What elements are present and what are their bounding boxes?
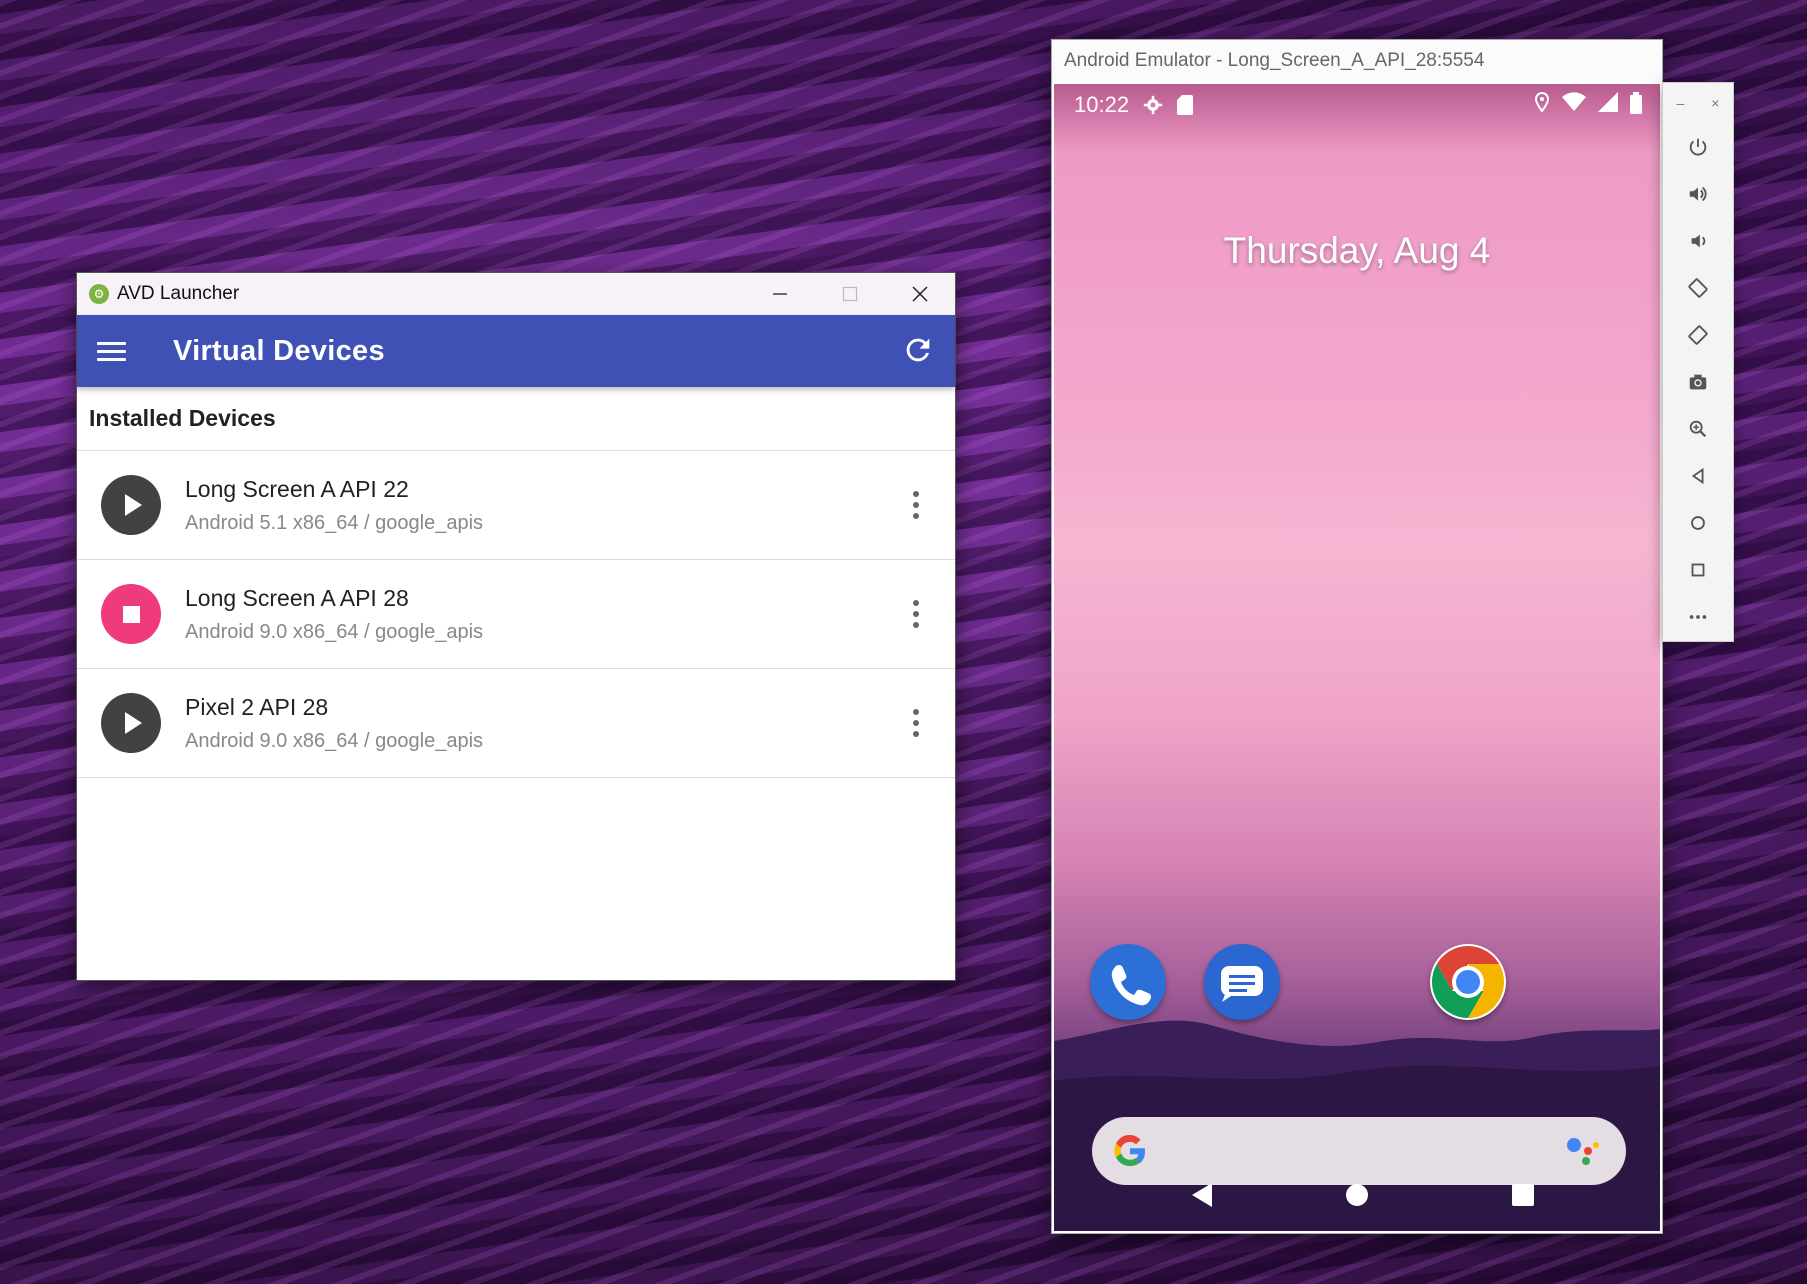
page-title: Virtual Devices: [173, 334, 385, 367]
messages-icon[interactable]: [1204, 944, 1280, 1020]
more-options-icon[interactable]: [913, 600, 921, 628]
home-button[interactable]: [1663, 499, 1733, 546]
device-row[interactable]: Pixel 2 API 28 Android 9.0 x86_64 / goog…: [77, 669, 955, 778]
section-title: Installed Devices: [77, 387, 955, 451]
nav-bar: [1192, 1183, 1534, 1207]
status-time: 10:22: [1074, 92, 1130, 117]
stop-icon: [122, 605, 140, 623]
signal-icon: [1598, 92, 1618, 112]
sd-card-icon: [1177, 95, 1194, 115]
phone-icon[interactable]: [1090, 944, 1166, 1020]
volume-down-icon: [1691, 234, 1706, 247]
settings-icon: [1143, 95, 1163, 115]
battery-icon: [1630, 92, 1642, 114]
back-icon[interactable]: [1192, 1183, 1212, 1207]
volume-up-icon: [1689, 186, 1707, 201]
toolbar-close-icon[interactable]: ×: [1711, 95, 1719, 111]
chrome-icon[interactable]: [1430, 944, 1506, 1020]
rotate-left-icon: [1688, 277, 1708, 298]
title-bar: ⚙ AVD Launcher: [77, 273, 955, 315]
device-name: Long Screen A API 22: [185, 475, 409, 502]
status-bar: 10:22: [1054, 84, 1660, 126]
back-icon: [1691, 467, 1704, 484]
more-options-icon[interactable]: [913, 491, 921, 519]
home-icon[interactable]: [1346, 1184, 1368, 1206]
zoom-button[interactable]: [1663, 405, 1733, 452]
app-logo-icon: ⚙: [89, 284, 109, 304]
overview-button[interactable]: [1663, 546, 1733, 593]
power-button[interactable]: [1663, 123, 1733, 170]
overview-icon: [1691, 563, 1705, 576]
device-row[interactable]: Long Screen A API 28 Android 9.0 x86_64 …: [77, 560, 955, 669]
maximize-button[interactable]: [815, 273, 885, 315]
power-icon: [1689, 138, 1707, 155]
more-options-icon[interactable]: [913, 709, 921, 737]
overview-icon[interactable]: [1512, 1184, 1534, 1206]
location-icon: [1534, 92, 1550, 113]
zoom-icon: [1689, 420, 1707, 437]
more-button[interactable]: [1663, 593, 1733, 640]
screenshot-button[interactable]: [1663, 358, 1733, 405]
device-detail: Android 9.0 x86_64 / google_apis: [185, 620, 484, 643]
menu-icon[interactable]: [97, 341, 133, 361]
stop-button[interactable]: [101, 584, 161, 644]
emulator-title: Android Emulator - Long_Screen_A_API_28:…: [1052, 40, 1662, 82]
device-name: Long Screen A API 28: [185, 584, 409, 611]
avd-launcher-window: ⚙ AVD Launcher Virtual Devices Installed…: [76, 272, 956, 981]
refresh-icon[interactable]: [901, 333, 935, 367]
play-icon: [125, 712, 142, 734]
rotate-right-icon: [1688, 324, 1708, 345]
window-controls: [745, 273, 955, 315]
minimize-icon: [773, 293, 787, 295]
close-icon: [912, 286, 928, 302]
device-detail: Android 9.0 x86_64 / google_apis: [185, 729, 484, 752]
rotate-left-button[interactable]: [1663, 264, 1733, 311]
play-button[interactable]: [101, 693, 161, 753]
toolbar-minimize-icon[interactable]: –: [1677, 95, 1685, 111]
volume-down-button[interactable]: [1663, 217, 1733, 264]
emulator-window: Android Emulator - Long_Screen_A_API_28:…: [1051, 39, 1663, 1234]
device-detail: Android 5.1 x86_64 / google_apis: [185, 511, 484, 534]
rotate-right-button[interactable]: [1663, 311, 1733, 358]
camera-icon: [1689, 374, 1707, 389]
more-icon: [1689, 614, 1707, 619]
home-icon: [1691, 515, 1705, 530]
play-icon: [125, 494, 142, 516]
device-row[interactable]: Long Screen A API 22 Android 5.1 x86_64 …: [77, 451, 955, 560]
minimize-button[interactable]: [745, 273, 815, 315]
date-widget[interactable]: Thursday, Aug 4: [1054, 230, 1660, 272]
dock: [1054, 944, 1660, 1024]
maximize-icon: [842, 286, 858, 302]
wifi-icon: [1562, 92, 1586, 111]
back-button[interactable]: [1663, 452, 1733, 499]
phone-screen[interactable]: 10:22 Thursday, Aug 4: [1054, 84, 1660, 1231]
volume-up-button[interactable]: [1663, 170, 1733, 217]
close-button[interactable]: [885, 273, 955, 315]
app-bar: Virtual Devices: [77, 315, 955, 387]
window-title: AVD Launcher: [117, 283, 240, 304]
emulator-toolbar: – ×: [1662, 82, 1734, 642]
play-button[interactable]: [101, 475, 161, 535]
device-name: Pixel 2 API 28: [185, 693, 329, 720]
